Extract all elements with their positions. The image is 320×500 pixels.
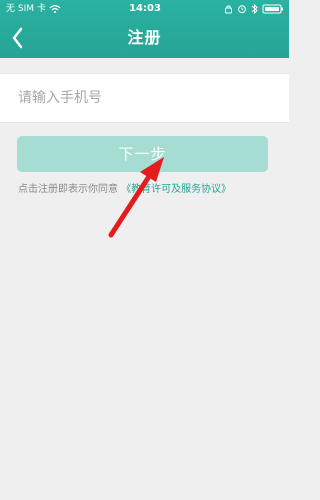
status-bar: 无 SIM 卡 14:03	[0, 0, 289, 18]
battery-icon	[262, 4, 284, 14]
terms-link[interactable]: 《教育许可及服务协议》	[121, 184, 231, 195]
navigation-bar: 注册	[0, 18, 289, 58]
phone-input-row	[0, 73, 289, 123]
lock-icon	[224, 4, 233, 14]
agreement-prefix: 点击注册即表示你同意	[18, 184, 118, 195]
status-right	[224, 0, 284, 18]
back-button[interactable]	[4, 20, 32, 56]
phone-number-input[interactable]	[18, 74, 273, 122]
wifi-icon	[49, 4, 61, 14]
page-title: 注册	[127, 28, 162, 47]
bluetooth-icon	[251, 4, 258, 14]
carrier-text: 无 SIM 卡	[6, 4, 46, 14]
agreement-text: 点击注册即表示你同意 《教育许可及服务协议》	[18, 183, 272, 197]
alarm-icon	[237, 4, 247, 14]
back-chevron-icon	[12, 27, 23, 49]
register-screen: 无 SIM 卡 14:03 注册 请输入手机号 下一步 点击注册即表示你同意 《…	[0, 0, 289, 500]
status-left: 无 SIM 卡	[6, 0, 61, 18]
header: 无 SIM 卡 14:03 注册	[0, 0, 289, 58]
next-step-button[interactable]: 下一步	[17, 136, 268, 172]
status-time: 14:03	[129, 3, 161, 14]
